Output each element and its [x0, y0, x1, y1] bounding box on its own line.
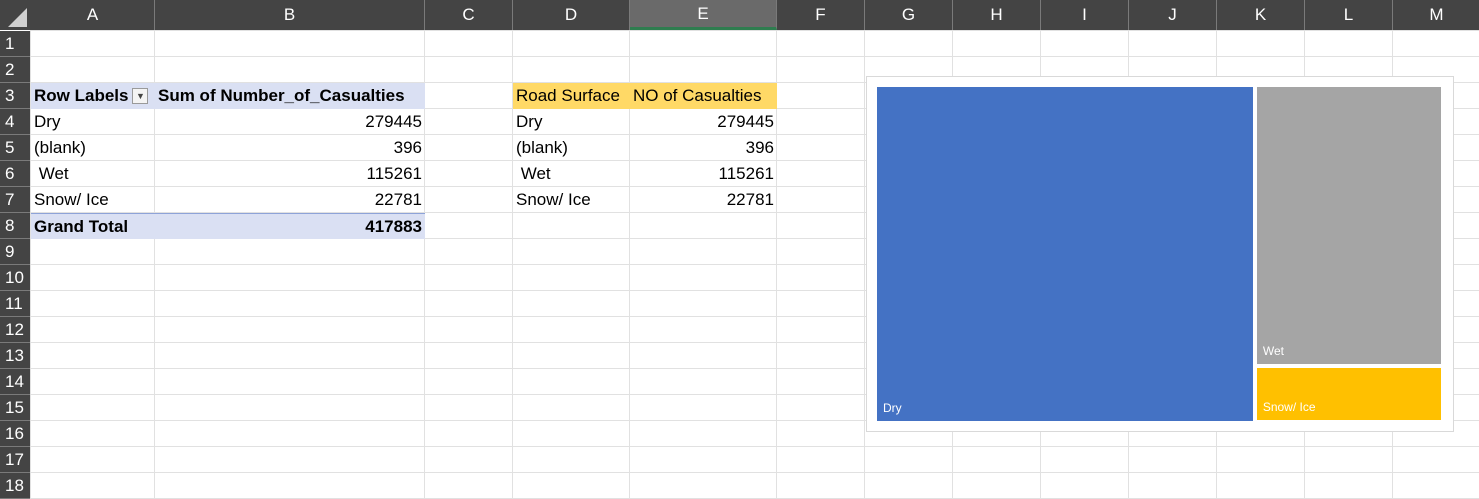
casualties-header[interactable]: NO of Casualties	[630, 83, 777, 109]
pivot-row-label[interactable]: Wet	[31, 161, 155, 187]
column-header-f[interactable]: F	[777, 0, 865, 30]
column-header-b[interactable]: B	[155, 0, 425, 30]
pivot-row-value[interactable]: 22781	[155, 187, 425, 213]
row-header-17[interactable]: 17	[0, 447, 31, 473]
row-header-6[interactable]: 6	[0, 161, 31, 187]
row-header-12[interactable]: 12	[0, 317, 31, 343]
row-header-5[interactable]: 5	[0, 135, 31, 161]
road-surface-cell[interactable]: Snow/ Ice	[513, 187, 630, 213]
column-header-c[interactable]: C	[425, 0, 513, 30]
column-header-m[interactable]: M	[1393, 0, 1479, 30]
column-header-g[interactable]: G	[865, 0, 953, 30]
column-header-l[interactable]: L	[1305, 0, 1393, 30]
treemap-tile-blank[interactable]	[1254, 422, 1443, 427]
row-header-15[interactable]: 15	[0, 395, 31, 421]
column-header-k[interactable]: K	[1217, 0, 1305, 30]
pivot-grand-total-value[interactable]: 417883	[155, 213, 425, 239]
pivot-row-value[interactable]: 115261	[155, 161, 425, 187]
road-surface-header[interactable]: Road Surface	[513, 83, 630, 109]
casualties-cell[interactable]: 22781	[630, 187, 777, 213]
row-header-4[interactable]: 4	[0, 109, 31, 135]
treemap-plot-area: Dry Wet Snow/ Ice	[875, 85, 1443, 427]
column-header-i[interactable]: I	[1041, 0, 1129, 30]
casualties-cell[interactable]: 396	[630, 135, 777, 161]
filter-dropdown-icon[interactable]: ▼	[132, 88, 149, 104]
row-header-9[interactable]: 9	[0, 239, 31, 265]
casualties-cell[interactable]: 279445	[630, 109, 777, 135]
casualties-cell[interactable]: 115261	[630, 161, 777, 187]
road-surface-cell[interactable]: (blank)	[513, 135, 630, 161]
column-header-a[interactable]: A	[31, 0, 155, 30]
row-header-10[interactable]: 10	[0, 265, 31, 291]
row-header-8[interactable]: 8	[0, 213, 31, 239]
road-surface-cell[interactable]: Dry	[513, 109, 630, 135]
treemap-label-snow-ice: Snow/ Ice	[1262, 400, 1316, 415]
row-header-11[interactable]: 11	[0, 291, 31, 317]
pivot-row-value[interactable]: 279445	[155, 109, 425, 135]
pivot-header-row-labels[interactable]: Row Labels ▼	[31, 83, 155, 109]
row-header-18[interactable]: 18	[0, 473, 31, 499]
column-header-e[interactable]: E	[630, 0, 777, 30]
treemap-chart[interactable]: Dry Wet Snow/ Ice	[866, 76, 1454, 432]
treemap-tile-wet[interactable]: Wet	[1254, 85, 1443, 367]
column-header-j[interactable]: J	[1129, 0, 1217, 30]
treemap-tile-snow-ice[interactable]: Snow/ Ice	[1254, 366, 1443, 423]
row-header-2[interactable]: 2	[0, 57, 31, 83]
column-header-h[interactable]: H	[953, 0, 1041, 30]
pivot-row-label[interactable]: Snow/ Ice	[31, 187, 155, 213]
pivot-grand-total-label[interactable]: Grand Total	[31, 213, 155, 239]
treemap-label-dry: Dry	[883, 401, 902, 415]
row-header-7[interactable]: 7	[0, 187, 31, 213]
column-header-d[interactable]: D	[513, 0, 630, 30]
row-header-13[interactable]: 13	[0, 343, 31, 369]
treemap-tile-dry[interactable]: Dry	[875, 85, 1255, 423]
select-all-corner[interactable]	[0, 0, 31, 30]
corner-triangle-icon	[8, 8, 27, 27]
road-surface-cell[interactable]: Wet	[513, 161, 630, 187]
pivot-row-value[interactable]: 396	[155, 135, 425, 161]
treemap-label-wet: Wet	[1262, 344, 1284, 359]
pivot-row-label[interactable]: (blank)	[31, 135, 155, 161]
pivot-row-label[interactable]: Dry	[31, 109, 155, 135]
row-header-1[interactable]: 1	[0, 31, 31, 57]
pivot-header-sum[interactable]: Sum of Number_of_Casualties	[155, 83, 425, 109]
row-header-3[interactable]: 3	[0, 83, 31, 109]
row-header-16[interactable]: 16	[0, 421, 31, 447]
row-header-14[interactable]: 14	[0, 369, 31, 395]
